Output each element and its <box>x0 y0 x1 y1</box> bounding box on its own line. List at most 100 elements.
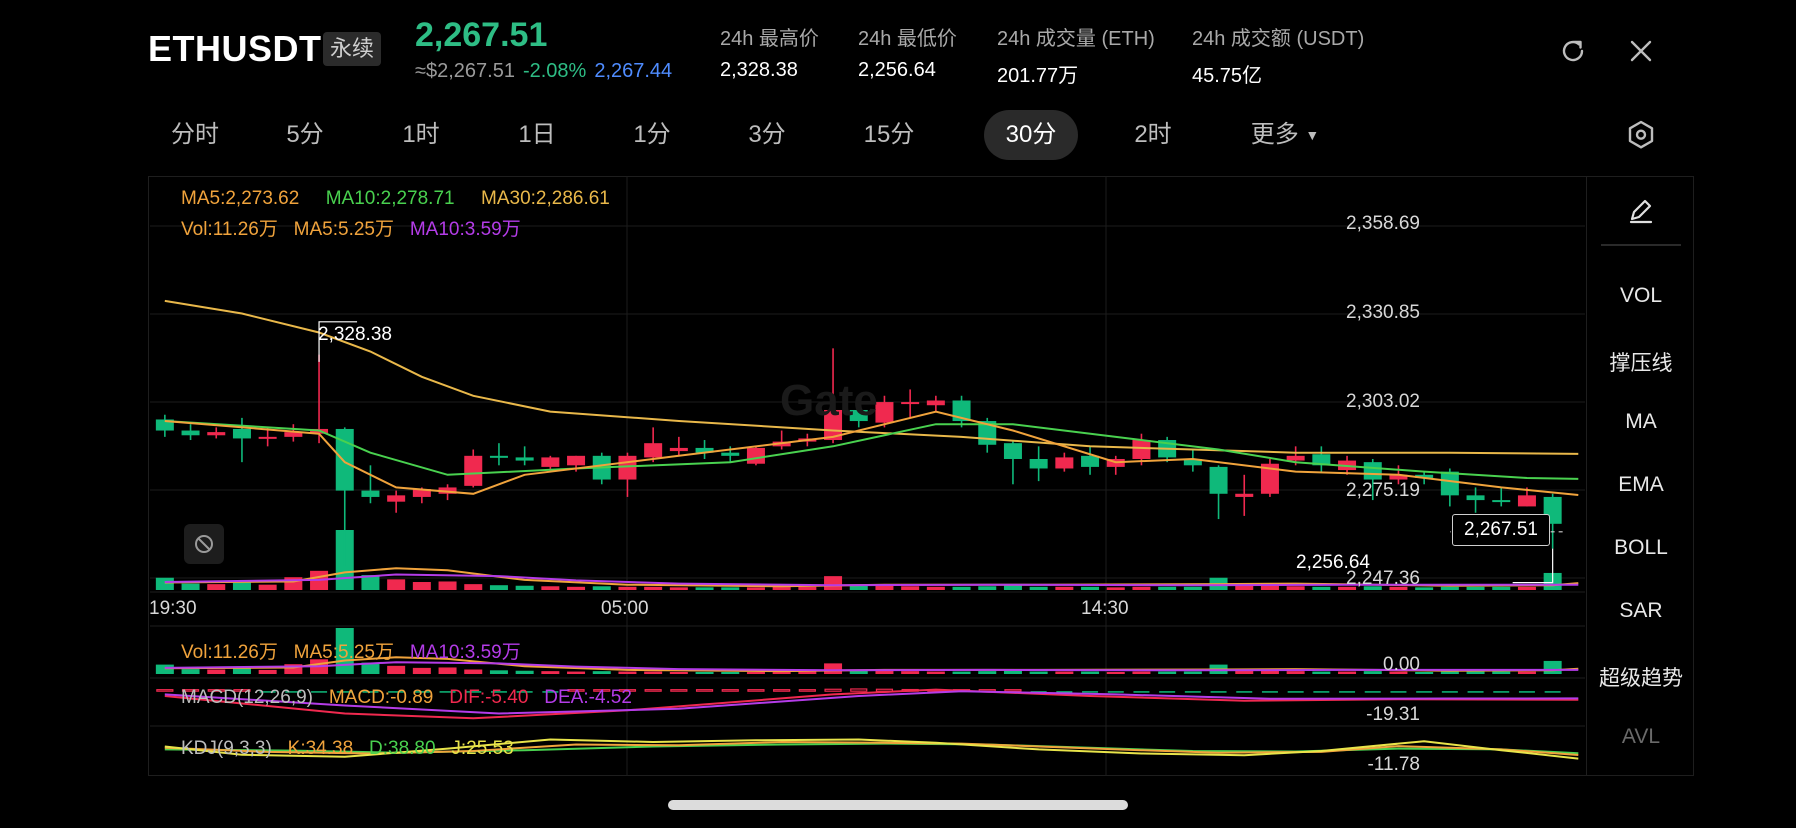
candle-body <box>875 402 894 423</box>
macd-hist-bar <box>1261 691 1278 693</box>
volume-bar <box>1003 585 1022 590</box>
volume-bar <box>901 586 920 590</box>
sidebar-item-sar[interactable]: SAR <box>1587 599 1695 623</box>
volume-bar <box>1183 586 1202 590</box>
sidebar-item-supertrend[interactable]: 超级趋势 <box>1587 662 1695 692</box>
chart-tool-button[interactable] <box>184 524 224 564</box>
gate-watermark: Gate <box>780 376 878 425</box>
volume-bar <box>567 586 586 590</box>
macd-hist-bar <box>1210 691 1227 693</box>
vol-axis-label: 0.00 <box>1383 654 1420 675</box>
sub-volume-bar <box>567 671 586 674</box>
volume-bar <box>1492 586 1511 590</box>
volume-bar <box>258 584 277 590</box>
legend-macd: MACD:-0.89 <box>328 687 434 708</box>
macd-hist-bar <box>1493 691 1510 693</box>
volume-bar <box>669 587 688 590</box>
y-tick: 2,303.02 <box>1346 391 1420 412</box>
legend-vol-ma5: MA5:5.25万 <box>293 219 394 240</box>
indicator-sidebar: VOL 撑压线 MA EMA BOLL SAR 超级趋势 AVL <box>1586 176 1695 776</box>
candle-body <box>1492 500 1511 503</box>
sub-volume-bar <box>1492 671 1511 674</box>
legend-kdj-name: KDJ(9,3,3) <box>181 738 272 759</box>
candle-body <box>618 455 637 480</box>
sub-volume-bar <box>438 667 457 674</box>
sub-volume-bar <box>1106 671 1125 674</box>
volume-bar <box>798 586 817 590</box>
sub-volume-bar <box>464 669 483 674</box>
volume-bar <box>1466 586 1485 590</box>
sub-volume-bar <box>412 667 431 674</box>
candle-body <box>1081 455 1100 467</box>
sub-volume-bar <box>721 671 740 674</box>
sub-volume-bar <box>541 671 560 674</box>
macd-hist-bar <box>1004 689 1022 692</box>
volume-bar <box>387 579 406 590</box>
volume-bar <box>1260 585 1279 590</box>
legend-kdj-row: KDJ(9,3,3) K:34.38 D:38.80 J:25.53 <box>181 738 514 760</box>
volume-bar <box>824 576 843 590</box>
sidebar-item-boll[interactable]: BOLL <box>1587 536 1695 560</box>
sub-volume-bar <box>1132 671 1151 674</box>
sidebar-item-ma[interactable]: MA <box>1587 410 1695 434</box>
candle-body <box>1055 457 1074 469</box>
macd-hist-bar <box>1544 691 1561 693</box>
candle-body <box>541 457 560 467</box>
volume-bar <box>489 585 508 590</box>
sidebar-item-ema[interactable]: EMA <box>1587 473 1695 497</box>
candle-body <box>1003 443 1022 459</box>
sub-volume-bar <box>207 669 226 674</box>
candle-body <box>361 490 380 497</box>
legend-ma5: MA5:2,273.62 <box>181 188 300 209</box>
sub-volume-bar <box>258 669 277 674</box>
tool-icon <box>195 535 213 553</box>
volume-bar <box>155 577 174 590</box>
y-tick: 2,275.19 <box>1346 480 1420 501</box>
volume-bar <box>721 587 740 590</box>
macd-hist-bar <box>1159 691 1176 693</box>
macd-hist-bar <box>1467 691 1484 693</box>
legend-vol-sub-row: Vol:11.26万 MA5:5.25万 MA10:3.59万 <box>181 637 521 664</box>
legend-k: K:34.38 <box>287 738 354 759</box>
macd-hist-bar <box>1287 691 1304 693</box>
candle-body <box>669 447 688 452</box>
sub-volume-bar <box>155 664 174 674</box>
sub-volume-bar <box>798 671 817 674</box>
macd-hist-bar <box>850 688 868 692</box>
macd-hist-bar <box>156 689 174 692</box>
y-tick: 2,358.69 <box>1346 213 1420 234</box>
legend-vol-ma5: MA5:5.25万 <box>293 642 394 663</box>
volume-bar <box>1158 586 1177 590</box>
sidebar-item-support-resistance[interactable]: 撑压线 <box>1587 347 1695 377</box>
legend-macd-name: MACD(12,26,9) <box>181 687 313 708</box>
sidebar-item-avl[interactable]: AVL <box>1587 725 1695 749</box>
candle-body <box>489 455 508 458</box>
current-price-tag: 2,267.51 <box>1452 514 1550 546</box>
legend-vol-ma10: MA10:3.59万 <box>409 642 521 663</box>
macd-hist-bar <box>1416 691 1433 693</box>
volume-bar <box>618 586 637 590</box>
sub-volume-bar <box>746 671 765 674</box>
volume-bar <box>695 587 714 590</box>
sub-volume-bar <box>1543 660 1562 674</box>
volume-bar <box>849 585 868 590</box>
sub-volume-bar <box>489 670 508 674</box>
sidebar-item-vol[interactable]: VOL <box>1587 284 1695 308</box>
volume-bar <box>1440 586 1459 590</box>
volume-bar <box>541 586 560 590</box>
legend-dea: DEA:-4.52 <box>544 687 632 708</box>
macd-hist-bar <box>1441 691 1458 693</box>
draw-pencil-icon[interactable] <box>1625 194 1657 226</box>
volume-bar <box>978 586 997 590</box>
macd-hist-bar <box>721 689 739 692</box>
volume-bar <box>592 586 611 590</box>
legend-vol: Vol:11.26万 <box>181 219 278 240</box>
macd-hist-bar <box>670 689 688 692</box>
candle-body <box>1363 462 1382 480</box>
macd-hist-bar <box>824 688 842 692</box>
volume-bar <box>284 577 303 590</box>
legend-macd-row: MACD(12,26,9) MACD:-0.89 DIF:-5.40 DEA:-… <box>181 687 632 709</box>
sub-volume-bar <box>1158 671 1177 674</box>
candle-body <box>1029 458 1048 469</box>
sub-volume-bar <box>1466 671 1485 674</box>
